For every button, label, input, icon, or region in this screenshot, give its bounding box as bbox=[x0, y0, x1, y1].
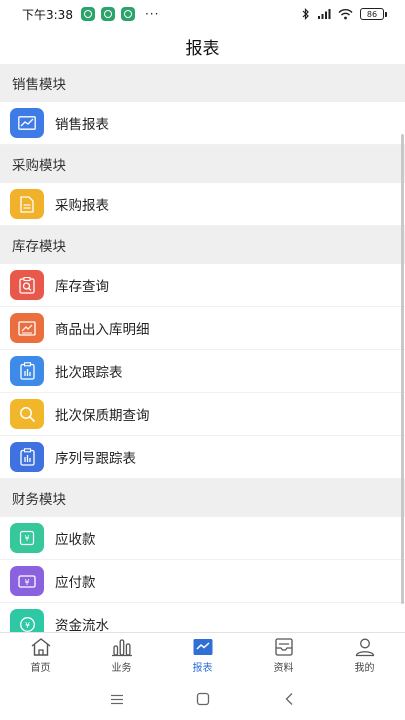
menu-item-stock-in-out-detail[interactable]: 商品出入库明细 bbox=[0, 307, 405, 350]
user-icon bbox=[355, 638, 374, 657]
more-notifications-icon: ··· bbox=[144, 7, 160, 21]
tab-profile[interactable]: 我的 bbox=[324, 633, 405, 678]
back-icon bbox=[285, 693, 292, 705]
menu-item-batch-tracking[interactable]: 批次跟踪表 bbox=[0, 350, 405, 393]
wifi-icon bbox=[338, 9, 353, 20]
report-list[interactable]: 销售模块 销售报表 采购模块 采购报表 库存模块 库存查询 商品出入库明细 批次… bbox=[0, 64, 405, 632]
battery-icon: 86 bbox=[360, 8, 387, 20]
search-icon bbox=[10, 399, 44, 429]
status-indicators: 86 bbox=[302, 8, 387, 20]
document-icon bbox=[10, 189, 44, 219]
scrollbar[interactable] bbox=[401, 134, 404, 604]
receivable-icon: ¥ bbox=[10, 523, 44, 553]
notification-icon bbox=[100, 7, 115, 21]
report-icon bbox=[193, 639, 212, 655]
title-bar: 报表 bbox=[0, 28, 405, 64]
bottom-tab-bar: 首页 业务 报表 资料 我的 bbox=[0, 632, 405, 678]
tab-label: 业务 bbox=[111, 663, 132, 674]
payable-icon: ¥ bbox=[10, 566, 44, 596]
page-title: 报表 bbox=[185, 38, 220, 59]
menu-item-batch-shelf-life-query[interactable]: 批次保质期查询 bbox=[0, 393, 405, 436]
menu-item-payables[interactable]: ¥ 应付款 bbox=[0, 560, 405, 603]
status-bar: 下午3:38 ··· 86 bbox=[0, 0, 405, 28]
line-chart-icon bbox=[10, 108, 44, 138]
menu-item-label: 应收款 bbox=[55, 532, 96, 548]
clipboard-chart-icon bbox=[10, 356, 44, 386]
tab-report[interactable]: 报表 bbox=[162, 633, 243, 678]
menu-item-label: 批次保质期查询 bbox=[55, 408, 150, 424]
menu-item-receivables[interactable]: ¥ 应收款 bbox=[0, 517, 405, 560]
menu-item-serial-number-tracking[interactable]: 序列号跟踪表 bbox=[0, 436, 405, 479]
svg-text:¥: ¥ bbox=[24, 621, 29, 630]
menu-item-label: 资金流水 bbox=[55, 618, 109, 632]
tab-label: 首页 bbox=[30, 663, 51, 674]
menu-item-label: 应付款 bbox=[55, 575, 96, 591]
section-header-finance: 财务模块 bbox=[0, 479, 405, 517]
menu-item-label: 库存查询 bbox=[55, 279, 109, 295]
notification-icon bbox=[120, 7, 135, 21]
menu-item-label: 商品出入库明细 bbox=[55, 322, 150, 338]
back-button[interactable] bbox=[246, 678, 332, 720]
bar-chart-icon bbox=[111, 639, 132, 657]
menu-item-label: 序列号跟踪表 bbox=[55, 451, 136, 467]
svg-text:¥: ¥ bbox=[24, 534, 29, 543]
tab-business[interactable]: 业务 bbox=[81, 633, 162, 678]
menu-item-label: 批次跟踪表 bbox=[55, 365, 123, 381]
menu-item-inventory-query[interactable]: 库存查询 bbox=[0, 264, 405, 307]
in-out-detail-icon bbox=[10, 313, 44, 343]
tab-label: 报表 bbox=[192, 663, 213, 674]
cash-flow-icon: ¥ bbox=[10, 609, 44, 632]
tab-label: 我的 bbox=[354, 663, 375, 674]
section-header-purchase: 采购模块 bbox=[0, 145, 405, 183]
menu-item-sales-report[interactable]: 销售报表 bbox=[0, 102, 405, 145]
section-header-inventory: 库存模块 bbox=[0, 226, 405, 264]
tab-label: 资料 bbox=[273, 663, 294, 674]
tab-data[interactable]: 资料 bbox=[243, 633, 324, 678]
svg-text:¥: ¥ bbox=[24, 578, 29, 587]
menu-item-cash-flow[interactable]: ¥ 资金流水 bbox=[0, 603, 405, 632]
inventory-search-icon bbox=[10, 270, 44, 300]
notification-icon bbox=[80, 7, 95, 21]
square-icon bbox=[196, 692, 209, 706]
section-header-sales: 销售模块 bbox=[0, 64, 405, 102]
clipboard-chart-icon bbox=[10, 442, 44, 472]
menu-icon bbox=[110, 694, 123, 704]
menu-item-label: 采购报表 bbox=[55, 198, 109, 214]
menu-item-label: 销售报表 bbox=[55, 117, 109, 133]
home-icon bbox=[31, 638, 50, 656]
status-time: 下午3:38 bbox=[22, 7, 73, 22]
data-icon bbox=[274, 638, 293, 656]
battery-level: 86 bbox=[360, 8, 384, 20]
bluetooth-icon bbox=[302, 8, 309, 20]
tab-home[interactable]: 首页 bbox=[0, 633, 81, 678]
system-navigation-bar bbox=[0, 678, 405, 720]
menu-item-purchase-report[interactable]: 采购报表 bbox=[0, 183, 405, 226]
home-button[interactable] bbox=[160, 678, 246, 720]
signal-icon bbox=[318, 9, 331, 19]
menu-button[interactable] bbox=[74, 678, 160, 720]
